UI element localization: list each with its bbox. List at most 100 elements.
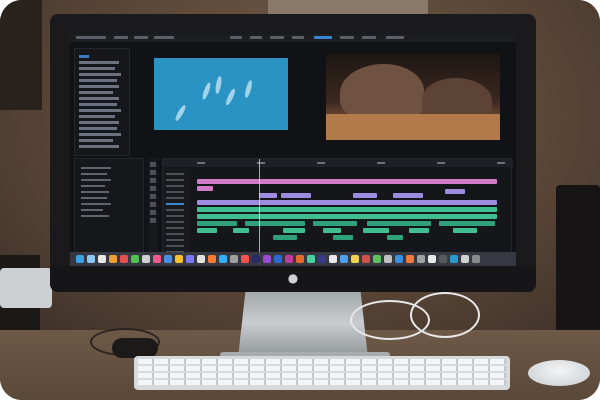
dock-icon <box>230 255 238 263</box>
apple-logo-icon: ● <box>287 271 299 285</box>
dock-icon <box>318 255 326 263</box>
project-item <box>79 61 119 64</box>
audio-clip <box>197 207 497 212</box>
project-item <box>79 73 121 76</box>
wall-frame-top <box>268 0 428 14</box>
audio-clip <box>439 221 495 226</box>
track-header-row <box>166 173 184 175</box>
monitor: ● <box>50 14 536 292</box>
dock-icon <box>197 255 205 263</box>
dock-icon <box>142 255 150 263</box>
track-header-row-active <box>166 203 184 205</box>
dock-icon <box>76 255 84 263</box>
audio-clip <box>387 235 403 240</box>
dock-icon <box>186 255 194 263</box>
track-header-row <box>166 215 184 217</box>
video-clip <box>445 189 465 194</box>
project-item <box>79 67 115 70</box>
fish-shape <box>201 81 212 101</box>
dock-icon <box>362 255 370 263</box>
video-clip <box>353 193 377 198</box>
dock-icon <box>109 255 117 263</box>
dock-icon <box>153 255 161 263</box>
track-header-row <box>166 227 184 229</box>
video-clip <box>197 200 497 205</box>
playhead <box>259 159 260 265</box>
dock-icon <box>395 255 403 263</box>
project-item <box>79 127 117 130</box>
audio-clip <box>367 221 431 226</box>
key-row <box>138 373 506 378</box>
menu-item <box>76 36 106 39</box>
audio-clip <box>233 228 249 233</box>
ruler-tick <box>497 162 505 164</box>
tools-panel <box>148 158 158 262</box>
tool-icon <box>150 178 156 183</box>
dock-icon <box>87 255 95 263</box>
dock-icon <box>175 255 183 263</box>
dock-icon <box>131 255 139 263</box>
menu-item-active <box>314 36 332 39</box>
menu-item <box>362 36 376 39</box>
ruler-tick <box>317 162 325 164</box>
audio-clip <box>197 228 217 233</box>
dock-icon <box>219 255 227 263</box>
project-item <box>79 139 113 142</box>
audio-clip <box>333 235 353 240</box>
dock-icon <box>384 255 392 263</box>
project-item <box>79 145 119 148</box>
project-item-icon <box>79 55 89 58</box>
video-clip <box>197 186 213 191</box>
track-header-row <box>166 179 184 181</box>
audio-clip <box>323 228 341 233</box>
device-left-white <box>0 268 52 308</box>
bin-item <box>81 191 109 193</box>
fish-shape <box>214 75 223 95</box>
project-item <box>79 133 121 136</box>
dock-icon <box>263 255 271 263</box>
audio-clip <box>453 228 477 233</box>
fish-shape <box>243 79 254 99</box>
bin-item <box>81 203 111 205</box>
tool-icon <box>150 170 156 175</box>
project-item <box>79 103 117 106</box>
audio-clip <box>363 228 389 233</box>
video-clip <box>281 193 311 198</box>
menu-item <box>250 36 262 39</box>
media-browser-panel <box>74 158 144 262</box>
menu-item <box>230 36 242 39</box>
dock-icon <box>428 255 436 263</box>
dock-icon <box>373 255 381 263</box>
photo-scene: ● <box>0 0 600 400</box>
dock <box>70 252 516 266</box>
dock-icon <box>351 255 359 263</box>
project-item <box>79 85 119 88</box>
bin-item <box>81 209 103 211</box>
track-header-row <box>166 185 184 187</box>
dock-icon <box>406 255 414 263</box>
dock-icon <box>461 255 469 263</box>
dock-icon <box>285 255 293 263</box>
dock-icon <box>241 255 249 263</box>
cable <box>410 292 480 338</box>
dock-icon <box>329 255 337 263</box>
ruler-tick <box>437 162 445 164</box>
menu-item <box>386 36 404 39</box>
track-header-row <box>166 191 184 193</box>
track-header-row <box>166 197 184 199</box>
project-item <box>79 109 121 112</box>
bin-item <box>81 197 107 199</box>
audio-clip <box>197 214 497 219</box>
dock-icon <box>307 255 315 263</box>
dock-icon <box>340 255 348 263</box>
tool-icon <box>150 162 156 167</box>
video-clip <box>393 193 423 198</box>
key-row <box>138 359 506 364</box>
project-item <box>79 121 119 124</box>
dock-icon <box>164 255 172 263</box>
project-item <box>79 115 115 118</box>
video-clip <box>259 193 277 198</box>
key-row <box>138 366 506 371</box>
ruler-tick <box>377 162 385 164</box>
audio-clip <box>313 221 357 226</box>
